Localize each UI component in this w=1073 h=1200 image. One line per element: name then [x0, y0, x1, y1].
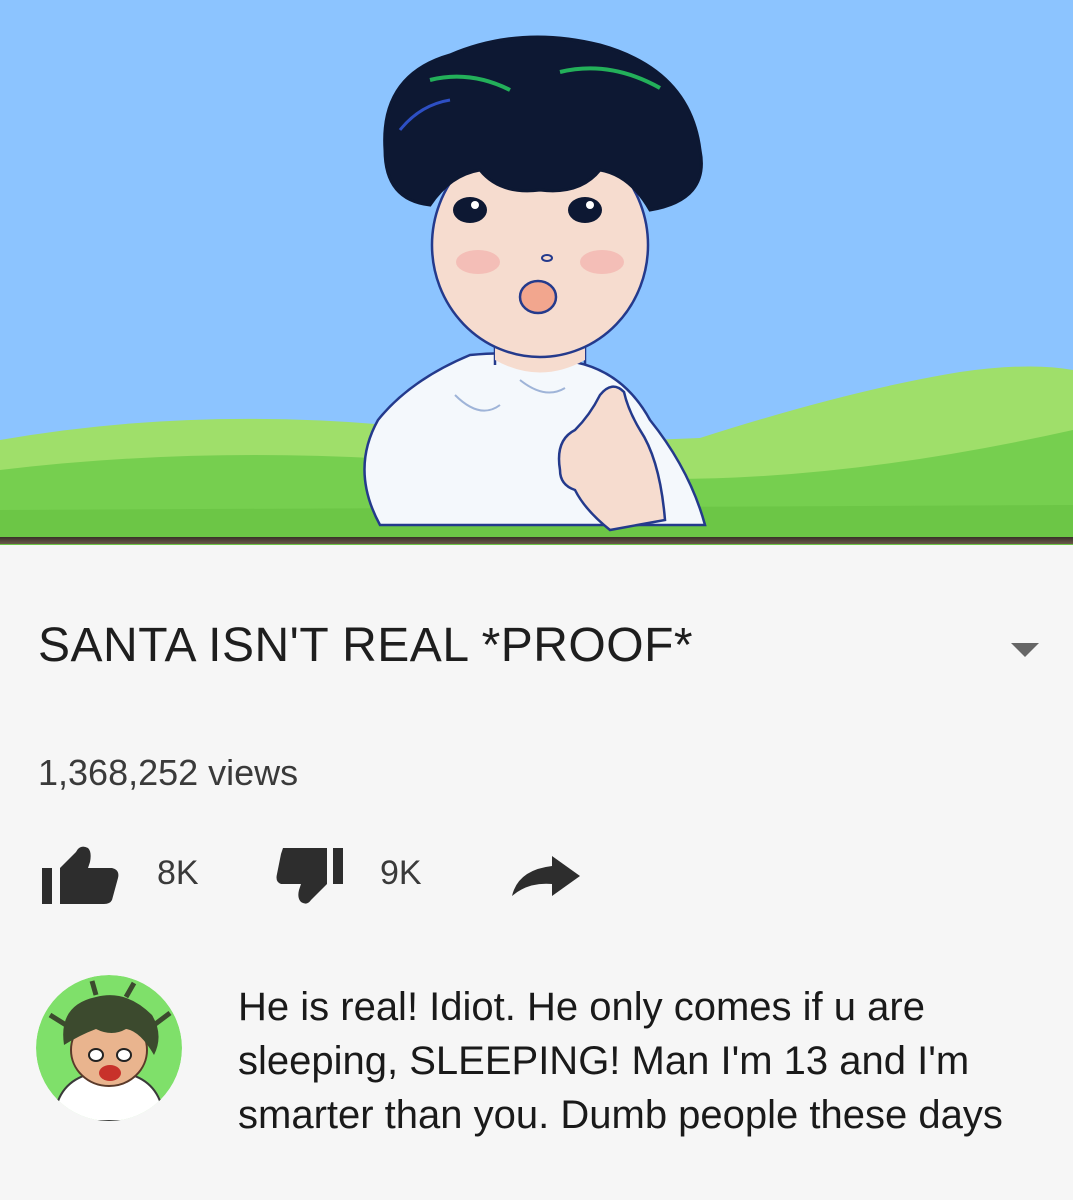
chevron-down-icon [1010, 642, 1040, 663]
dislike-count: 9K [380, 854, 422, 892]
action-bar: 8K 9K [0, 840, 1073, 910]
view-count: 1,368,252 views [38, 752, 299, 793]
thumbs-up-icon [40, 846, 120, 910]
like-count: 8K [157, 854, 199, 892]
video-thumbnail-illustration [0, 0, 1073, 545]
avatar[interactable] [36, 975, 182, 1121]
video-player[interactable] [0, 0, 1073, 545]
like-button[interactable] [40, 844, 120, 906]
video-title: SANTA ISN'T REAL *PROOF* [38, 619, 694, 672]
expand-description-button[interactable] [1005, 638, 1045, 666]
share-arrow-icon [508, 856, 583, 903]
thumbs-down-icon [275, 848, 360, 910]
dislike-button[interactable] [275, 844, 360, 906]
share-button[interactable] [508, 854, 583, 899]
divider-line [0, 537, 1073, 544]
comment-text: He is real! Idiot. He only comes if u ar… [238, 985, 1003, 1137]
